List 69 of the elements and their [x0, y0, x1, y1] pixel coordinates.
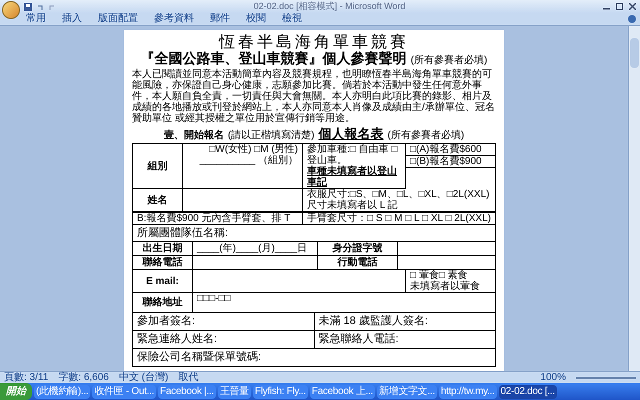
field-label: 出生日期	[142, 243, 182, 254]
field-label: 參加者簽名:	[137, 315, 196, 327]
meal-options: □ 葷食□ 素食	[410, 270, 491, 281]
taskbar-button[interactable]: Facebook 上...	[310, 384, 375, 398]
birth-date-blank: ____(年)____(月)____日	[197, 243, 308, 254]
bike-type-options: 參加車種:□ 自由車 □ 登山車。	[307, 144, 401, 166]
ribbon-tab[interactable]: 校閱	[244, 13, 268, 25]
save-icon[interactable]	[24, 2, 32, 10]
field-label: E mail:	[146, 276, 179, 286]
language-indicator: 中文 (台灣)	[118, 370, 168, 385]
group-blank: __________ （組別）	[200, 155, 298, 166]
taskbar-button[interactable]: 02-02.doc [...	[498, 384, 557, 398]
field-label: 保險公司名稱暨保單號碼:	[137, 351, 262, 363]
field-label: 聯絡地址	[142, 297, 182, 308]
zoom-level: 100%	[540, 371, 566, 385]
ribbon-tab[interactable]: 版面配置	[96, 13, 140, 25]
taskbar-button[interactable]: Flyfish: Fly...	[252, 384, 308, 398]
taskbar-button[interactable]: http://tw.my...	[438, 384, 497, 398]
ribbon-tab[interactable]: 郵件	[208, 13, 232, 25]
field-label: 身分證字號	[332, 243, 382, 254]
section-heading: 壹、開始報名	[164, 128, 224, 143]
overtype-mode: 取代	[178, 371, 198, 385]
field-label: 組別	[148, 160, 168, 172]
vertical-scrollbar[interactable]	[628, 26, 640, 371]
field-label: 行動電話	[338, 257, 378, 268]
fee-option: □(B)報名費$900	[406, 156, 495, 168]
ribbon-tab[interactable]: 插入	[60, 13, 84, 25]
fee-note: B:報名費$900 元內含手臂套、排 T	[137, 213, 290, 224]
document-title: 恆春半島海角單車競賽	[219, 34, 409, 51]
blank-field-cell[interactable]	[183, 189, 303, 212]
field-label: 聯絡電話	[142, 257, 182, 268]
shirt-size-note: 尺寸未填寫者以 L 記	[307, 200, 399, 211]
form-title: 個人報名表	[318, 126, 384, 141]
sleeve-size-options: 手臂套尺寸：□ S □ M □ L □ XL □ 2L(XXL)	[307, 213, 491, 224]
close-icon[interactable]	[629, 3, 636, 10]
required-note: (所有參賽者必填)	[388, 128, 464, 143]
taskbar-button[interactable]: Facebook |...	[158, 384, 216, 398]
ribbon-tab[interactable]: 參考資料	[152, 13, 196, 25]
taskbar-button[interactable]: 新增文字文...	[376, 384, 437, 398]
required-note: (所有參賽者必填)	[410, 54, 488, 68]
meal-note: 未填寫者以葷食	[410, 281, 481, 292]
shirt-size-options: 衣服尺寸:□S、□M、□L、□XL、□2L(XXL)	[307, 189, 491, 200]
field-label: 所屬團體隊伍名稱:	[137, 227, 228, 239]
blank-field-cell[interactable]	[398, 256, 496, 270]
office-button[interactable]	[2, 1, 20, 19]
fee-option: □(A)報名費$600	[406, 144, 495, 156]
taskbar-button[interactable]: 王晉量	[218, 384, 251, 398]
field-label: 緊急連絡人姓名:	[137, 333, 218, 345]
blank-field-cell[interactable]	[193, 270, 406, 293]
word-count: 字數: 6,606	[58, 370, 109, 385]
field-label: 姓名	[148, 194, 168, 206]
gender-options: □W(女性) □M (男性)	[209, 144, 298, 155]
section-hint: (請以正楷填寫清楚)	[228, 128, 314, 143]
statement-paragraph: 本人已閱讀並同意本活動簡章內容及競賽規程，也明瞭恆春半島海角單車競賽的可能風險，亦保證自己身心健康，志願參加比賽。倘若於本活動中發生任何意外事件，本人願自負全責，一切責任與大會無關。本人亦明白此項比賽的錄影、相片及成績的各地播放或刊登於網站上，本人亦同意本人肖像及成績由主/承辦單位、冠名贊助單位 或經其授權之單位用於宣傳行銷等用途。	[132, 69, 496, 124]
bike-type-note: 車種未填寫者以登山車記	[307, 166, 398, 188]
postcode-boxes: □□□-□□	[197, 293, 231, 304]
statement-heading: 『全國公路車、登山車競賽』個人參賽聲明	[140, 52, 407, 68]
maximize-icon[interactable]	[616, 3, 623, 10]
start-button[interactable]: 開始	[0, 383, 32, 400]
page-count: 頁數: 3/11	[4, 371, 48, 385]
ribbon-tab[interactable]: 檢視	[280, 13, 304, 25]
ribbon-tab[interactable]: 常用	[24, 13, 48, 25]
taskbar-button[interactable]: 收件匣 - Out...	[92, 384, 156, 398]
taskbar-button[interactable]: (此機約輸)...	[34, 384, 90, 398]
field-label: 緊急聯絡人電話:	[318, 333, 399, 345]
window-title: 02-02.doc [相容模式] - Microsoft Word	[254, 1, 406, 11]
blank-field-cell[interactable]	[193, 256, 318, 270]
field-label: 未滿 18 歲監護人簽名:	[318, 315, 428, 327]
blank-field-cell[interactable]	[398, 242, 496, 256]
